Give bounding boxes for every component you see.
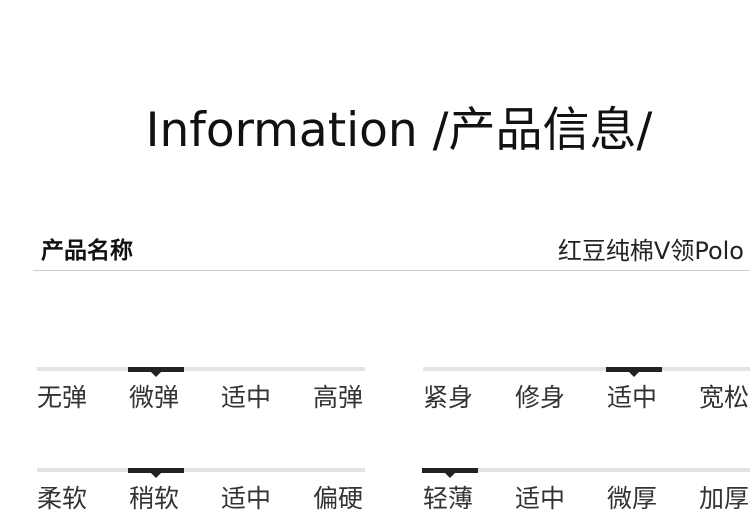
- scale-option: 柔软: [37, 484, 88, 513]
- scale-option: 适中: [607, 383, 658, 412]
- pointer-triangle-icon: [444, 472, 456, 478]
- pointer-triangle-icon: [628, 371, 640, 377]
- pointer-triangle-icon: [150, 472, 162, 478]
- scale-option: 微弹: [129, 383, 180, 412]
- scale-option: 无弹: [37, 383, 88, 412]
- scale-selected-indicator: [128, 468, 184, 478]
- product-name-value: 红豆纯棉V领Polo: [557, 237, 744, 265]
- scale-option: 适中: [221, 383, 272, 412]
- scale-selected-indicator: [128, 367, 184, 377]
- scale-option: 加厚: [699, 484, 750, 513]
- scale-track: [37, 367, 365, 371]
- scale-option: 适中: [515, 484, 566, 513]
- page-title: Information /产品信息/: [145, 103, 653, 158]
- scale-option: 微厚: [607, 484, 658, 513]
- scale-option: 轻薄: [423, 484, 474, 513]
- scale-track: [423, 367, 750, 371]
- scale-track: [37, 468, 365, 472]
- scale-option: 紧身: [423, 383, 474, 412]
- product-name-label: 产品名称: [41, 238, 133, 264]
- scale-selected-indicator: [606, 367, 662, 377]
- pointer-triangle-icon: [150, 371, 162, 377]
- scale-option: 高弹: [313, 383, 364, 412]
- product-name-row: 产品名称 红豆纯棉V领Polo: [33, 222, 750, 271]
- scale-option: 宽松: [699, 383, 750, 412]
- product-info-page: Information /产品信息/ 产品名称 红豆纯棉V领Polo 无弹 微弹…: [0, 0, 750, 520]
- scale-selected-indicator: [422, 468, 478, 478]
- scale-option: 稍软: [129, 484, 180, 513]
- scale-option: 适中: [221, 484, 272, 513]
- scale-option: 偏硬: [313, 484, 364, 513]
- scale-option: 修身: [515, 383, 566, 412]
